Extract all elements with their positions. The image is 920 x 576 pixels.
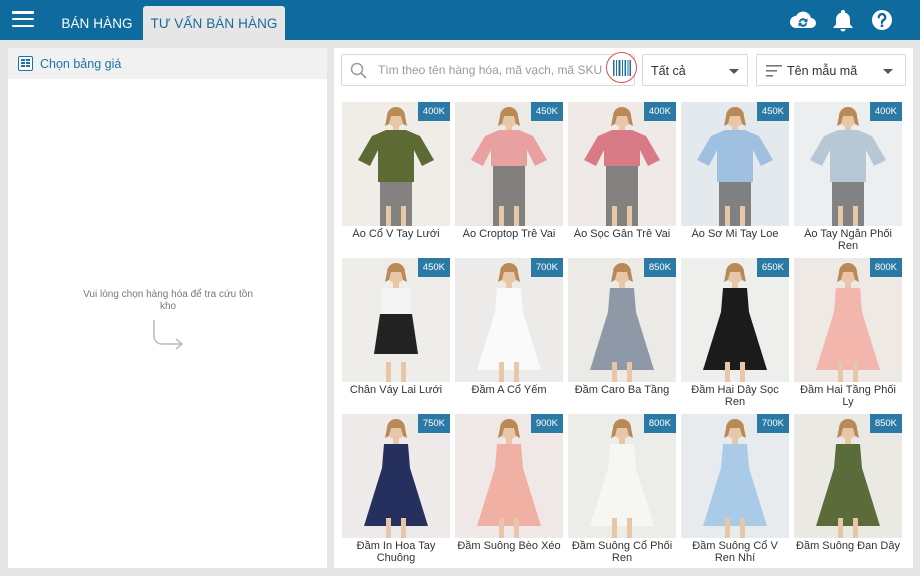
product-image: 700K: [681, 414, 789, 538]
product-name: Đầm Suông Đan Dây: [796, 540, 900, 552]
product-card[interactable]: 450K Chân Váy Lai Lưới: [342, 258, 450, 408]
choose-price-book-button[interactable]: Chọn bảng giá: [8, 48, 327, 79]
product-card[interactable]: 850K Đầm Caro Ba Tầng: [568, 258, 676, 408]
product-card[interactable]: 900K Đầm Suông Bèo Xéo: [455, 414, 563, 564]
price-badge: 800K: [869, 258, 902, 277]
barcode-scan-button[interactable]: [606, 52, 637, 83]
price-badge: 450K: [756, 102, 789, 121]
product-card[interactable]: 400K Áo Cổ V Tay Lưới: [342, 102, 450, 252]
price-badge: 650K: [756, 258, 789, 277]
product-card[interactable]: 700K Đầm Suông Cổ V Ren Nhí: [681, 414, 789, 564]
product-name: Áo Sơ Mi Tay Loe: [691, 228, 779, 240]
product-card[interactable]: 750K Đầm In Hoa Tay Chuông: [342, 414, 450, 564]
product-name: Đầm Hai Dây Sọc Ren: [691, 384, 779, 408]
category-select[interactable]: Tất cả: [642, 54, 748, 86]
price-badge: 800K: [643, 414, 676, 433]
product-card[interactable]: 450K Áo Croptop Trễ Vai: [455, 102, 563, 252]
price-badge: 400K: [869, 102, 902, 121]
product-image: 400K: [794, 102, 902, 226]
product-name: Đầm A Cổ Yếm: [471, 384, 547, 396]
product-panel: Tất cả Tên mẫu mã 400K Áo Cổ V Tay Lưới 45…: [334, 48, 913, 568]
product-name: Chân Váy Lai Lưới: [349, 384, 443, 396]
price-badge: 400K: [417, 102, 450, 121]
product-image: 850K: [568, 258, 676, 382]
bell-icon[interactable]: [832, 8, 858, 32]
price-badge: 900K: [530, 414, 563, 433]
product-card[interactable]: 650K Đầm Hai Dây Sọc Ren: [681, 258, 789, 408]
price-badge: 700K: [756, 414, 789, 433]
product-image: 400K: [568, 102, 676, 226]
product-image: 450K: [455, 102, 563, 226]
product-name: Áo Cổ V Tay Lưới: [352, 228, 440, 240]
product-name: Đầm Suông Bèo Xéo: [457, 540, 561, 552]
product-card[interactable]: 850K Đầm Suông Đan Dây: [794, 414, 902, 564]
sort-icon: [766, 65, 782, 77]
menu-icon[interactable]: [12, 11, 34, 29]
empty-state-message: Vui lòng chọn hàng hóa để tra cứu tồn kh…: [83, 289, 253, 312]
product-card[interactable]: 700K Đầm A Cổ Yếm: [455, 258, 563, 408]
price-badge: 850K: [643, 258, 676, 277]
price-badge: 750K: [417, 414, 450, 433]
product-card[interactable]: 800K Đầm Hai Tầng Phối Ly: [794, 258, 902, 408]
product-image: 650K: [681, 258, 789, 382]
product-image: 750K: [342, 414, 450, 538]
product-image: 850K: [794, 414, 902, 538]
top-bar: BÁN HÀNG TƯ VẤN BÁN HÀNG: [0, 0, 920, 40]
product-name: Đầm In Hoa Tay Chuông: [356, 540, 436, 564]
product-image: 400K: [342, 102, 450, 226]
product-name: Đầm Suông Cổ V Ren Nhí: [692, 540, 778, 564]
tab-ban-hang[interactable]: BÁN HÀNG: [52, 6, 142, 40]
product-card[interactable]: 800K Đầm Suông Cổ Phối Ren: [568, 414, 676, 564]
product-name: Áo Sọc Gân Trễ Vai: [573, 228, 671, 240]
price-book-icon: [18, 56, 33, 71]
sort-select[interactable]: Tên mẫu mã: [756, 54, 906, 86]
search-box: [341, 54, 635, 86]
product-name: Áo Croptop Trễ Vai: [462, 228, 556, 240]
price-badge: 700K: [530, 258, 563, 277]
product-image: 700K: [455, 258, 563, 382]
product-image: 450K: [681, 102, 789, 226]
tab-tu-van-ban-hang[interactable]: TƯ VẤN BÁN HÀNG: [143, 6, 285, 40]
help-icon[interactable]: [870, 8, 896, 32]
product-name: Đầm Hai Tầng Phối Ly: [800, 384, 896, 408]
product-name: Đầm Suông Cổ Phối Ren: [571, 540, 673, 564]
chevron-down-icon: [883, 69, 893, 74]
product-card[interactable]: 400K Áo Sọc Gân Trễ Vai: [568, 102, 676, 252]
choose-price-book-label: Chọn bảng giá: [40, 56, 122, 71]
search-icon: [350, 62, 367, 79]
price-badge: 850K: [869, 414, 902, 433]
chevron-down-icon: [729, 69, 739, 74]
product-card[interactable]: 400K Áo Tay Ngắn Phối Ren: [794, 102, 902, 252]
price-badge: 400K: [643, 102, 676, 121]
category-selected-label: Tất cả: [651, 64, 686, 78]
curved-arrow-icon: [153, 320, 184, 350]
stock-lookup-panel: Chọn bảng giá Vui lòng chọn hàng hóa để …: [8, 48, 327, 568]
product-card[interactable]: 450K Áo Sơ Mi Tay Loe: [681, 102, 789, 252]
product-name: Đầm Caro Ba Tầng: [574, 384, 670, 396]
product-image: 800K: [568, 414, 676, 538]
sort-selected-label: Tên mẫu mã: [787, 64, 858, 78]
price-badge: 450K: [530, 102, 563, 121]
cloud-sync-icon[interactable]: [789, 8, 816, 32]
search-input[interactable]: [378, 59, 608, 81]
product-image: 450K: [342, 258, 450, 382]
barcode-icon: [612, 59, 631, 76]
price-badge: 450K: [417, 258, 450, 277]
product-image: 900K: [455, 414, 563, 538]
product-image: 800K: [794, 258, 902, 382]
product-name: Áo Tay Ngắn Phối Ren: [804, 228, 892, 252]
